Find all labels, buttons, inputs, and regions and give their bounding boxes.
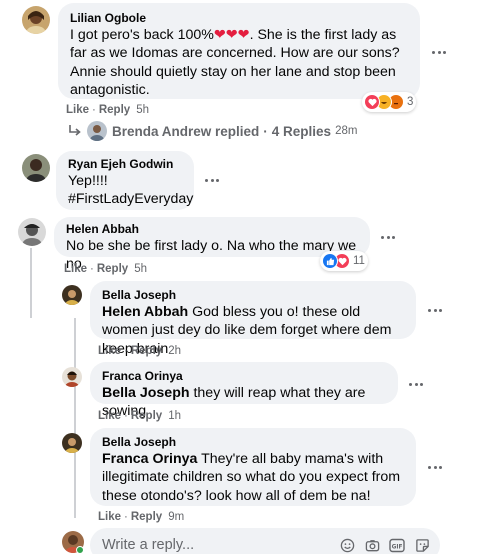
reply-author[interactable]: Bella Joseph (102, 287, 404, 303)
replies-count[interactable]: 4 Replies (272, 124, 331, 139)
avatar[interactable] (62, 433, 82, 453)
replies-summary[interactable]: Brenda Andrew replied · 4 Replies 28m (68, 121, 357, 141)
reaction-summary[interactable]: 11 (320, 251, 368, 271)
reply-actions: Like · Reply 1h (98, 410, 181, 422)
heart-emoji-icon: ❤❤❤ (213, 27, 250, 43)
more-options-icon[interactable] (423, 459, 447, 475)
gif-icon[interactable]: GIF (389, 537, 405, 553)
like-button[interactable]: Like (98, 410, 121, 422)
replied-by[interactable]: Brenda Andrew replied (112, 124, 259, 139)
comment-bubble: Lilian Ogbole I got pero's back 100%❤❤❤.… (58, 3, 420, 99)
thread-line (30, 248, 32, 318)
avatar[interactable] (22, 154, 50, 182)
like-button[interactable]: Like (66, 104, 89, 116)
avatar[interactable] (62, 285, 82, 305)
comment-author[interactable]: Ryan Ejeh Godwin (68, 156, 182, 172)
like-button[interactable]: Like (64, 263, 87, 275)
reply-button[interactable]: Reply (131, 410, 162, 422)
sticker-icon[interactable] (414, 537, 430, 553)
like-icon (322, 253, 338, 269)
more-options-icon[interactable] (376, 229, 400, 245)
emoji-icon[interactable] (339, 537, 355, 553)
reply-author[interactable]: Franca Orinya (102, 368, 386, 384)
reply-actions: Like · Reply 2h (98, 345, 181, 357)
like-button[interactable]: Like (98, 345, 121, 357)
camera-icon[interactable] (364, 537, 380, 553)
reply-text: Franca Orinya They're all baby mama's wi… (102, 451, 401, 504)
more-options-icon[interactable] (404, 376, 428, 392)
reply-button[interactable]: Reply (131, 345, 162, 357)
reply-bubble: Franca Orinya Bella Joseph they will rea… (90, 362, 398, 419)
more-options-icon[interactable] (423, 302, 447, 318)
comment-actions: Like · Reply 5h (64, 263, 147, 275)
comment-actions: Like · Reply 5h (66, 104, 149, 116)
comment-text: Yep!!!! (68, 173, 108, 189)
timestamp[interactable]: 5h (134, 263, 147, 275)
mention-link[interactable]: Helen Abbah (102, 304, 188, 320)
mention-link[interactable]: Bella Joseph (102, 385, 190, 401)
hashtag-link[interactable]: #FirstLadyEveryday (68, 190, 193, 208)
comment-bubble: Ryan Ejeh Godwin Yep!!!! #FirstLadyEvery… (56, 151, 194, 210)
avatar[interactable] (22, 6, 50, 34)
timestamp[interactable]: 2h (168, 345, 181, 357)
reply-bubble: Bella Joseph Helen Abbah God bless you o… (90, 281, 416, 357)
reply-button[interactable]: Reply (131, 511, 162, 523)
comment-bubble: Helen Abbah No be she be first lady o. N… (54, 217, 370, 272)
comment-author[interactable]: Lilian Ogbole (70, 10, 408, 26)
mention-link[interactable]: Franca Orinya (102, 451, 197, 467)
avatar[interactable] (18, 218, 46, 246)
avatar[interactable] (62, 367, 82, 387)
reply-input[interactable]: Write a reply... GIF (90, 528, 440, 554)
more-options-icon[interactable] (200, 172, 224, 188)
replies-time: 28m (335, 125, 358, 137)
avatar (87, 121, 107, 141)
reaction-count: 3 (407, 96, 414, 108)
reaction-summary[interactable]: 3 (362, 92, 417, 112)
reply-button[interactable]: Reply (99, 104, 130, 116)
reply-arrow-icon (68, 124, 82, 138)
reply-bubble: Bella Joseph Franca Orinya They're all b… (90, 428, 416, 506)
reply-author[interactable]: Bella Joseph (102, 434, 404, 450)
online-status-dot (76, 546, 84, 554)
reaction-count: 11 (353, 255, 365, 267)
timestamp[interactable]: 9m (168, 511, 184, 523)
comment-author[interactable]: Helen Abbah (66, 221, 358, 237)
more-options-icon[interactable] (427, 44, 451, 60)
reply-button[interactable]: Reply (97, 263, 128, 275)
reply-actions: Like · Reply 9m (98, 511, 185, 523)
reply-input-placeholder: Write a reply... (102, 537, 195, 553)
thread-line (74, 318, 76, 518)
like-button[interactable]: Like (98, 511, 121, 523)
timestamp[interactable]: 5h (136, 104, 149, 116)
heart-icon (364, 94, 380, 110)
comment-text: I got pero's back 100%❤❤❤. She is the fi… (70, 27, 400, 99)
timestamp[interactable]: 1h (168, 410, 181, 422)
svg-text:GIF: GIF (392, 544, 403, 550)
